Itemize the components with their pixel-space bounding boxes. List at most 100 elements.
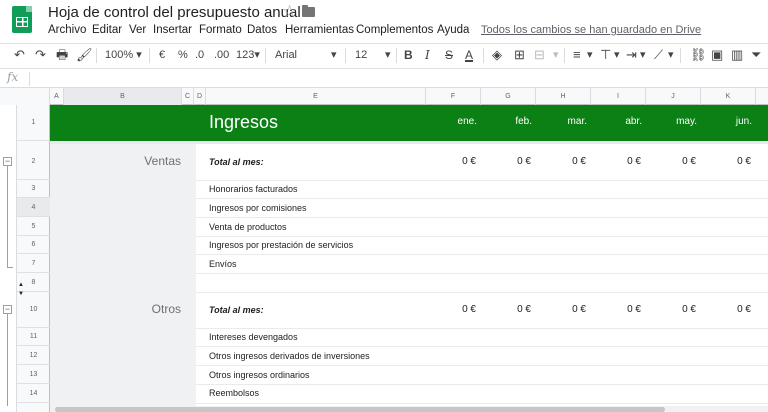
total-value[interactable]: 0 €: [446, 156, 476, 167]
column-header-c[interactable]: C: [182, 88, 194, 105]
sheets-logo-icon[interactable]: [12, 6, 32, 33]
total-value[interactable]: 0 €: [501, 156, 531, 167]
total-label[interactable]: Total al mes:: [209, 157, 264, 167]
formula-bar[interactable]: [0, 70, 768, 88]
percent-format-button[interactable]: %: [178, 47, 188, 63]
paint-format-icon[interactable]: 🖌: [76, 46, 93, 64]
print-icon[interactable]: 🖶: [56, 46, 68, 64]
menu-ayuda[interactable]: Ayuda: [437, 24, 469, 36]
column-header-h[interactable]: H: [536, 88, 591, 105]
undo-icon[interactable]: ↶: [14, 46, 25, 64]
select-all-corner[interactable]: [0, 88, 50, 105]
total-value[interactable]: 0 €: [721, 156, 751, 167]
filter-icon[interactable]: ⏷: [751, 46, 761, 64]
total-value[interactable]: 0 €: [446, 304, 476, 315]
menu-insertar[interactable]: Insertar: [153, 24, 192, 36]
column-header-a[interactable]: A: [50, 88, 64, 105]
menu-datos[interactable]: Datos: [247, 24, 277, 36]
horizontal-align-icon[interactable]: ≡: [573, 46, 581, 64]
row-header-7[interactable]: 7: [17, 254, 50, 273]
total-value[interactable]: 0 €: [666, 156, 696, 167]
total-value[interactable]: 0 €: [501, 304, 531, 315]
column-header-i[interactable]: I: [591, 88, 646, 105]
caret-down-icon[interactable]: ▼: [18, 291, 24, 297]
list-item[interactable]: Ingresos por comisiones: [209, 203, 307, 213]
menu-formato[interactable]: Formato: [199, 24, 242, 36]
folder-icon[interactable]: [302, 5, 315, 17]
total-value[interactable]: 0 €: [611, 304, 641, 315]
column-header-f[interactable]: F: [426, 88, 481, 105]
menu-herramientas[interactable]: Herramientas: [285, 24, 354, 36]
strikethrough-button[interactable]: S: [445, 46, 453, 64]
more-formats-button[interactable]: 123▾: [236, 47, 260, 63]
chevron-down-icon[interactable]: ▾: [553, 47, 559, 63]
total-value[interactable]: 0 €: [556, 156, 586, 167]
list-item[interactable]: Venta de productos: [209, 222, 287, 232]
decrease-decimals-button[interactable]: .0: [195, 47, 204, 63]
category-label-ventas[interactable]: Ventas: [50, 154, 181, 168]
row-header-10[interactable]: 10: [17, 292, 50, 328]
row-header-13[interactable]: 13: [17, 365, 50, 384]
caret-up-icon[interactable]: ▲: [18, 282, 24, 288]
row-header-11[interactable]: 11: [17, 328, 50, 346]
chevron-down-icon[interactable]: ▾: [587, 47, 593, 63]
text-wrap-icon[interactable]: ⇥: [626, 46, 637, 64]
chevron-down-icon[interactable]: ▾: [614, 47, 620, 63]
bold-button[interactable]: B: [404, 46, 413, 64]
scrollbar-thumb[interactable]: [55, 407, 665, 412]
row-header-5[interactable]: 5: [17, 217, 50, 236]
increase-decimals-button[interactable]: .00: [214, 47, 229, 63]
vertical-align-icon[interactable]: ⊤: [600, 46, 611, 64]
row-header-2[interactable]: 2: [17, 144, 50, 180]
column-header-g[interactable]: G: [481, 88, 536, 105]
total-value[interactable]: 0 €: [611, 156, 641, 167]
row-header-1[interactable]: 1: [17, 105, 50, 141]
collapse-group-button[interactable]: −: [3, 157, 12, 166]
text-rotation-icon[interactable]: ⟋: [654, 46, 663, 64]
comment-icon[interactable]: ▣: [711, 46, 723, 64]
font-size-select[interactable]: 12: [355, 47, 367, 63]
currency-format-button[interactable]: €: [159, 47, 165, 63]
font-select[interactable]: Arial: [275, 47, 297, 63]
menu-archivo[interactable]: Archivo: [48, 24, 86, 36]
column-header-k[interactable]: K: [701, 88, 756, 105]
column-header-j[interactable]: J: [646, 88, 701, 105]
total-label[interactable]: Total al mes:: [209, 305, 264, 315]
star-icon[interactable]: ☆: [282, 2, 297, 22]
column-header-d[interactable]: D: [194, 88, 206, 105]
list-item[interactable]: Reembolsos: [209, 388, 259, 398]
row-header-4[interactable]: 4: [17, 198, 50, 217]
row-header-3[interactable]: 3: [17, 180, 50, 198]
category-label-otros[interactable]: Otros: [50, 302, 181, 316]
chevron-down-icon[interactable]: ▾: [385, 47, 391, 63]
list-item[interactable]: Otros ingresos derivados de inversiones: [209, 351, 370, 361]
total-value[interactable]: 0 €: [666, 304, 696, 315]
merge-cells-icon[interactable]: ⊟: [534, 46, 545, 64]
chevron-down-icon[interactable]: ▾: [668, 47, 674, 63]
column-header-e[interactable]: E: [206, 88, 426, 105]
row-header-12[interactable]: 12: [17, 346, 50, 365]
italic-button[interactable]: I: [425, 46, 430, 64]
list-item[interactable]: Envíos: [209, 259, 237, 269]
zoom-select[interactable]: 100% ▾: [105, 47, 142, 63]
text-color-button[interactable]: A: [465, 46, 473, 64]
row-header-14[interactable]: 14: [17, 384, 50, 403]
total-value[interactable]: 0 €: [721, 304, 751, 315]
list-item[interactable]: Otros ingresos ordinarios: [209, 370, 310, 380]
redo-icon[interactable]: ↷: [35, 46, 46, 64]
chevron-down-icon[interactable]: ▾: [640, 47, 646, 63]
chevron-down-icon[interactable]: ▾: [331, 47, 337, 63]
total-value[interactable]: 0 €: [556, 304, 586, 315]
row-header-6[interactable]: 6: [17, 236, 50, 254]
menu-editar[interactable]: Editar: [92, 24, 122, 36]
menu-complementos[interactable]: Complementos: [356, 24, 433, 36]
column-header-b[interactable]: B: [64, 88, 182, 105]
collapse-group-button[interactable]: −: [3, 305, 12, 314]
list-item[interactable]: Intereses devengados: [209, 332, 298, 342]
link-icon[interactable]: ⛓: [690, 46, 707, 64]
fill-color-icon[interactable]: ◈: [492, 46, 502, 64]
document-title[interactable]: Hoja de control del presupuesto anual: [48, 4, 301, 21]
menu-ver[interactable]: Ver: [129, 24, 146, 36]
borders-icon[interactable]: ⊞: [514, 46, 525, 64]
list-item[interactable]: Honorarios facturados: [209, 184, 298, 194]
